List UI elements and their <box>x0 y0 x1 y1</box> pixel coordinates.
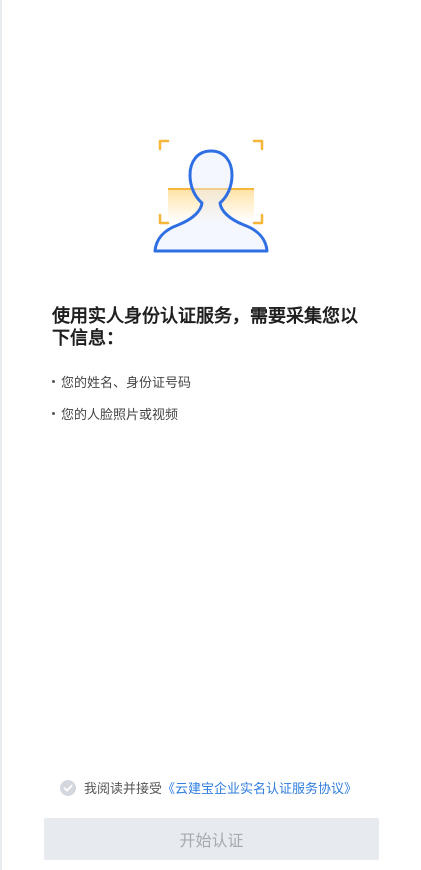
agreement-row: 我阅读并接受 《云建宝企业实名认证服务协议》 <box>60 778 400 797</box>
bullet-dot-icon <box>52 379 55 383</box>
left-edge-divider <box>0 0 2 870</box>
face-scan-icon <box>153 139 269 253</box>
check-circle-icon[interactable] <box>60 779 76 796</box>
info-item: 您的人脸照片或视频 <box>52 404 392 423</box>
info-item: 您的姓名、身份证号码 <box>52 372 392 391</box>
start-verification-button[interactable]: 开始认证 <box>44 818 379 860</box>
info-item-text: 您的人脸照片或视频 <box>61 407 179 423</box>
info-list: 您的姓名、身份证号码 您的人脸照片或视频 <box>52 372 392 436</box>
agreement-prefix: 我阅读并接受 <box>84 782 163 797</box>
screen: 使用实人身份认证服务，需要采集您以下信息： 您的姓名、身份证号码 您的人脸照片或… <box>0 0 421 870</box>
info-item-text: 您的姓名、身份证号码 <box>61 375 192 391</box>
page-title: 使用实人身份认证服务，需要采集您以下信息： <box>52 306 358 349</box>
bullet-dot-icon <box>52 411 55 415</box>
agreement-link[interactable]: 《云建宝企业实名认证服务协议》 <box>162 778 357 797</box>
